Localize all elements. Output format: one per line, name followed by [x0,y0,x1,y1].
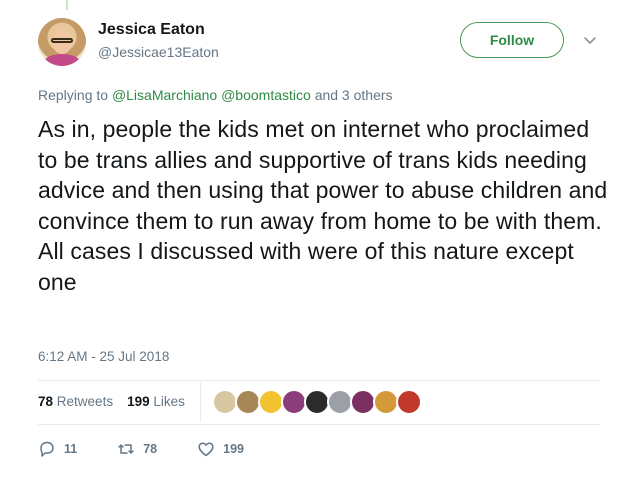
tweet-text: As in, people the kids met on internet w… [38,116,608,295]
mention-link[interactable]: @LisaMarchiano [112,87,217,103]
tweet-timestamp[interactable]: 6:12 AM - 25 Jul 2018 [38,349,169,364]
thread-line [66,0,68,10]
like-action[interactable]: 199 [197,440,244,458]
stats-separator [200,382,201,422]
avatar[interactable] [38,18,86,66]
retweet-action[interactable]: 78 [117,440,157,458]
retweet-count: 78 [143,442,158,456]
avatar-shirt [44,54,80,66]
replying-others[interactable]: and 3 others [315,87,393,103]
replying-prefix: Replying to [38,87,109,103]
divider [38,380,600,381]
retweet-icon [118,444,134,454]
mention-link[interactable]: @boomtastico [221,87,311,103]
likers-avatars [212,389,422,415]
retweets-stat[interactable]: 78 Retweets [38,394,113,409]
likes-label: Likes [153,394,185,409]
author-name[interactable]: Jessica Eaton [98,21,205,39]
liker-avatar[interactable] [396,389,422,415]
likes-count: 199 [127,394,150,409]
follow-button[interactable]: Follow [460,22,564,58]
retweets-label: Retweets [56,394,114,409]
reply-count: 11 [64,442,78,456]
tweet-stats: 78 Retweets 199 Likes [38,394,185,409]
likes-stat[interactable]: 199 Likes [127,394,185,409]
reply-icon [40,441,54,457]
replying-to: Replying to @LisaMarchiano @boomtastico … [38,87,393,103]
chevron-down-icon[interactable] [583,33,597,47]
avatar-glasses [51,38,73,43]
author-handle[interactable]: @Jessicae13Eaton [98,44,219,60]
divider [38,424,600,425]
heart-icon [198,442,214,457]
reply-action[interactable]: 11 [38,440,77,458]
like-count: 199 [223,442,244,456]
retweets-count: 78 [38,394,54,409]
tweet-actions: 11 78 199 [38,440,284,458]
